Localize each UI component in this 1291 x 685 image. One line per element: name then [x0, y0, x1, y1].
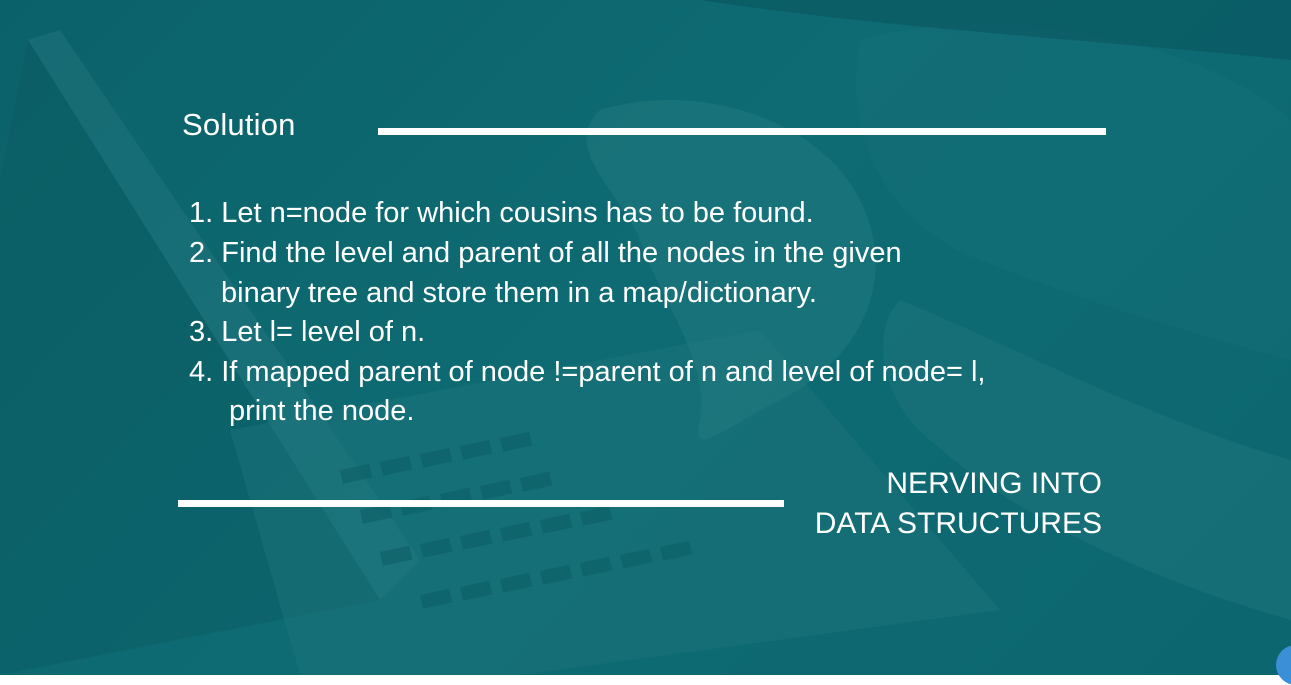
slide-title: Solution — [182, 107, 296, 142]
brand-line-1: NERVING INTO — [886, 467, 1102, 500]
title-divider — [378, 128, 1106, 135]
step-2-continued: binary tree and store them in a map/dict… — [221, 277, 817, 309]
slide: Solution 1. Let n=node for which cousins… — [0, 0, 1291, 675]
step-4: 4. If mapped parent of node !=parent of … — [189, 356, 986, 388]
brand-line-2: DATA STRUCTURES — [814, 507, 1102, 540]
footer-divider — [178, 500, 784, 507]
step-1: 1. Let n=node for which cousins has to b… — [189, 197, 814, 229]
brand-text: NERVING INTO DATA STRUCTURES — [815, 464, 1102, 544]
step-2: 2. Find the level and parent of all the … — [189, 237, 902, 269]
step-4-continued: print the node. — [229, 395, 415, 427]
step-3: 3. Let l= level of n. — [189, 316, 426, 348]
